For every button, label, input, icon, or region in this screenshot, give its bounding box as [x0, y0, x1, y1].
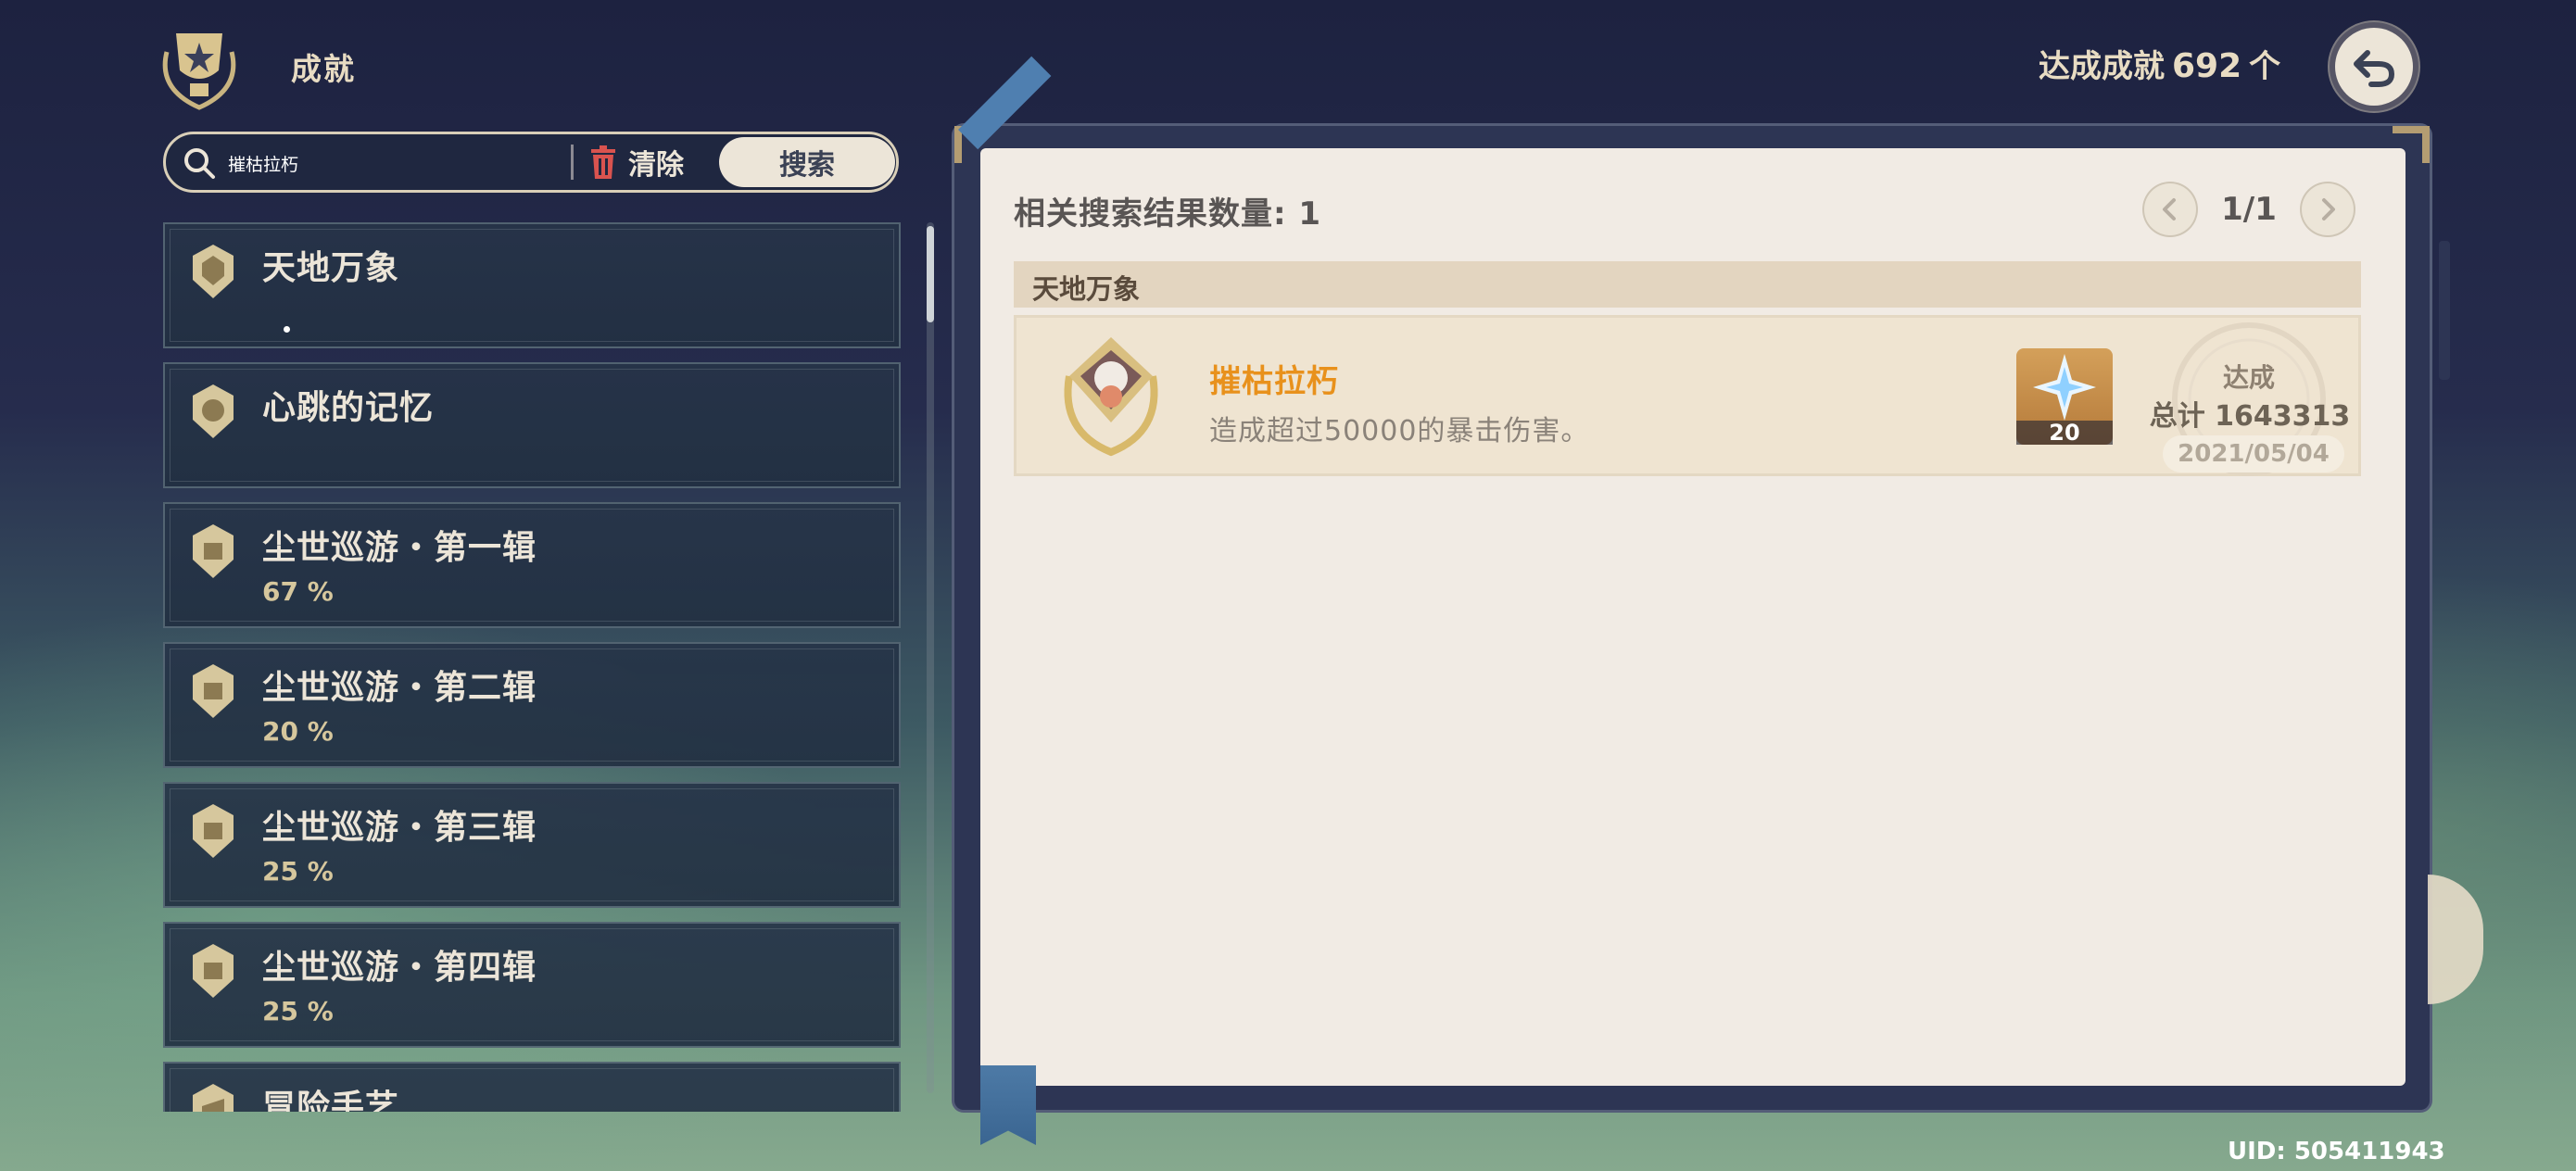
category-name: 天地万象 [262, 249, 400, 287]
category-name: 尘世巡游・第三辑 [262, 809, 537, 847]
achievement-description: 造成超过50000的暴击伤害。 [1209, 415, 1590, 447]
uid-label: UID: 505411943 [2228, 1138, 2445, 1165]
completion-date: 2021/05/04 [2163, 435, 2344, 472]
completion-status: 达成 [2222, 362, 2275, 393]
total-count: 692 [2172, 47, 2242, 85]
completion-total: 总计 1643313 [2149, 400, 2351, 433]
category-item[interactable]: 尘世巡游・第二辑 20 % [163, 642, 901, 768]
category-badge-icon [193, 524, 234, 578]
primogem-icon [2033, 354, 2096, 421]
result-group-title: 天地万象 [1032, 273, 1141, 305]
category-badge-icon [193, 384, 234, 438]
total-unit: 个 [2249, 48, 2281, 85]
category-list: 天地万象 心跳的记忆 尘世巡游・第一辑 67 % 尘世巡游・第二辑 20 % 尘… [163, 222, 904, 1112]
category-progress: 25 % [262, 996, 334, 1026]
category-scrollbar-thumb[interactable] [927, 226, 934, 322]
clear-button[interactable]: 清除 [589, 141, 684, 183]
category-progress: 25 % [262, 856, 334, 887]
category-name: 心跳的记忆 [262, 389, 435, 427]
category-name: 尘世巡游・第四辑 [262, 949, 537, 987]
next-page-button[interactable] [2302, 183, 2354, 235]
category-item[interactable]: 尘世巡游・第一辑 67 % [163, 502, 901, 628]
prev-page-button[interactable] [2144, 183, 2196, 235]
achievement-total: 达成成就 692 个 [2039, 41, 2280, 86]
category-badge-icon [193, 944, 234, 998]
category-badge-icon [193, 245, 234, 298]
achievement-medal-icon [1064, 337, 1158, 457]
back-button[interactable] [2335, 28, 2413, 106]
category-progress: 20 % [262, 716, 334, 747]
bookmark-ribbon [980, 1065, 1036, 1145]
trash-icon [591, 145, 615, 179]
search-button[interactable]: 搜索 [719, 137, 895, 187]
category-indicator [284, 326, 290, 333]
chevron-right-icon [2322, 198, 2335, 220]
category-item[interactable]: 冒险手艺 [163, 1062, 901, 1112]
category-item[interactable]: 尘世巡游・第三辑 25 % [163, 782, 901, 908]
category-item[interactable]: 心跳的记忆 [163, 362, 901, 488]
category-progress: 67 % [262, 576, 334, 607]
achievement-name: 摧枯拉朽 [1209, 363, 1339, 400]
category-item[interactable]: 天地万象 [163, 222, 901, 348]
category-name: 冒险手艺 [262, 1089, 400, 1112]
result-group-header [1014, 261, 2361, 308]
search-icon [184, 148, 215, 179]
category-badge-icon [193, 804, 234, 858]
chevron-left-icon [2163, 198, 2176, 220]
book-side-medallion [2428, 875, 2483, 1004]
page-indicator: 1/1 [2221, 191, 2277, 228]
results-count: 相关搜索结果数量: 1 [1014, 195, 1322, 233]
category-badge-icon [193, 664, 234, 718]
clear-label: 清除 [628, 149, 684, 182]
category-badge-icon [193, 1084, 234, 1112]
total-label: 达成成就 [2039, 48, 2165, 85]
search-divider [571, 145, 574, 180]
category-scrollbar[interactable] [927, 222, 934, 1093]
back-arrow-icon [2354, 50, 2395, 87]
category-name: 尘世巡游・第一辑 [262, 529, 537, 567]
page-title: 成就 [291, 51, 356, 87]
category-item[interactable]: 尘世巡游・第四辑 25 % [163, 922, 901, 1048]
search-input[interactable] [226, 139, 563, 187]
category-name: 尘世巡游・第二辑 [262, 669, 537, 707]
trophy-icon [162, 33, 236, 110]
book-side-rail [2439, 241, 2450, 380]
reward-count: 20 [2016, 421, 2113, 445]
